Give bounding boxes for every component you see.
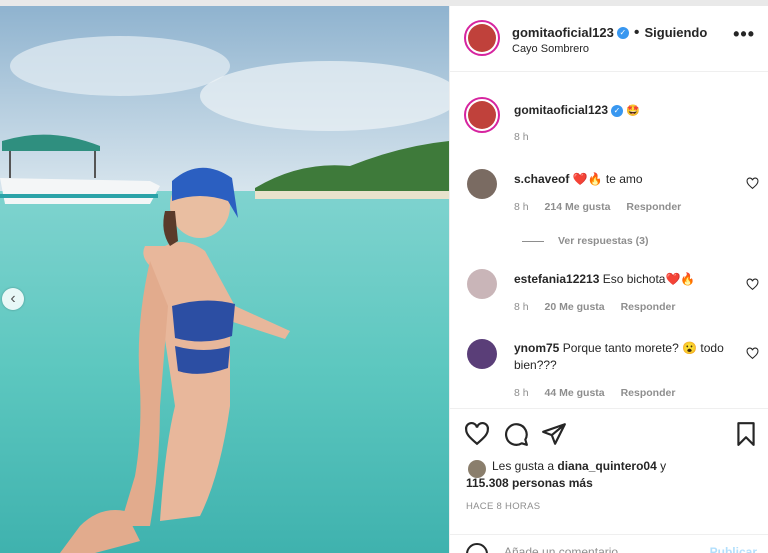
comment-username[interactable]: estefania12213 xyxy=(514,272,599,286)
caption-time: 8 h xyxy=(514,131,529,143)
caption-avatar[interactable] xyxy=(464,97,500,133)
comment-row: estefania12213 Eso bichota❤️🔥 8 h 20 Me … xyxy=(450,263,768,323)
post-header: gomitaoficial123 ✓ • Siguiendo Cayo Sombrer… xyxy=(450,6,768,72)
location-link[interactable]: Cayo Sombrero xyxy=(512,43,589,55)
post-actions-bar xyxy=(450,408,768,448)
comment-likes[interactable]: 20 Me gusta xyxy=(545,301,605,313)
save-bookmark-icon[interactable] xyxy=(733,421,759,447)
comment-meta: 8 h 44 Me gusta Responder xyxy=(514,387,688,399)
comment-input[interactable]: Añade un comentario... xyxy=(504,545,628,553)
comment-text: ynom75 Porque tanto morete? 😮 todo bien?… xyxy=(514,340,734,374)
comment-likes[interactable]: 214 Me gusta xyxy=(545,201,611,213)
separator-dot: • xyxy=(633,24,640,41)
comment-text: s.chaveof ❤️🔥 te amo xyxy=(514,171,734,188)
header-line: gomitaoficial123 ✓ • Siguiendo xyxy=(512,24,707,42)
comment-time: 8 h xyxy=(514,201,529,213)
caption-username[interactable]: gomitaoficial123 xyxy=(514,103,608,117)
comment-body: Eso bichota❤️🔥 xyxy=(602,272,696,286)
comment-text: estefania12213 Eso bichota❤️🔥 xyxy=(514,271,734,288)
comment-meta: 8 h 20 Me gusta Responder xyxy=(514,301,688,313)
post-side-panel: gomitaoficial123 ✓ • Siguiendo Cayo Sombrer… xyxy=(449,6,768,553)
comment-bubble-icon[interactable] xyxy=(503,421,529,447)
more-options-icon[interactable]: ••• xyxy=(733,24,755,45)
following-button[interactable]: Siguiendo xyxy=(644,25,707,40)
like-heart-icon[interactable] xyxy=(464,421,490,447)
author-username[interactable]: gomitaoficial123 xyxy=(512,25,614,40)
likes-summary: Les gusta a diana_quintero04 y 115.308 p… xyxy=(466,458,666,492)
reply-button[interactable]: Responder xyxy=(626,201,681,213)
verified-badge-icon: ✓ xyxy=(611,104,624,117)
comment-time: 8 h xyxy=(514,387,529,399)
publish-button[interactable]: Publicar xyxy=(710,545,757,553)
comment-body: ❤️🔥 te amo xyxy=(572,172,643,186)
like-comment-heart-icon[interactable] xyxy=(746,347,759,360)
like-comment-heart-icon[interactable] xyxy=(746,278,759,291)
comment-row: s.chaveof ❤️🔥 te amo 8 h 214 Me gusta Re… xyxy=(450,163,768,247)
post-photo[interactable]: ‹ xyxy=(0,6,449,553)
add-comment-bar: Añade un comentario... Publicar xyxy=(450,534,768,553)
reply-button[interactable]: Responder xyxy=(621,387,676,399)
commenter-avatar[interactable] xyxy=(467,169,497,199)
like-comment-heart-icon[interactable] xyxy=(746,177,759,190)
beach-photo-illustration xyxy=(0,6,449,553)
commenter-avatar[interactable] xyxy=(467,339,497,369)
likes-prefix: Les gusta a xyxy=(492,459,555,473)
view-replies-button[interactable]: Ver respuestas (3) xyxy=(522,235,648,247)
share-paper-plane-icon[interactable] xyxy=(541,421,567,447)
reply-button[interactable]: Responder xyxy=(621,301,676,313)
comments-list: gomitaoficial123 ✓ 🤩 8 h s.chaveof ❤️🔥 te… xyxy=(450,73,768,405)
caption-emoji: 🤩 xyxy=(626,105,641,117)
post-time-ago[interactable]: HACE 8 HORAS xyxy=(466,501,540,512)
replies-line xyxy=(522,240,544,242)
comment-likes[interactable]: 44 Me gusta xyxy=(545,387,605,399)
comment-username[interactable]: s.chaveof xyxy=(514,172,569,186)
comment-username[interactable]: ynom75 xyxy=(514,341,559,355)
emoji-picker-icon[interactable] xyxy=(466,543,488,553)
commenter-avatar[interactable] xyxy=(467,269,497,299)
comment-row: ynom75 Porque tanto morete? 😮 todo bien?… xyxy=(450,329,768,405)
comment-meta: 8 h 214 Me gusta Responder xyxy=(514,201,694,213)
comment-time: 8 h xyxy=(514,301,529,313)
likes-others[interactable]: 115.308 personas más xyxy=(466,476,593,490)
liker-username[interactable]: diana_quintero04 xyxy=(557,459,656,473)
likes-conj: y xyxy=(660,459,667,473)
caption-text: gomitaoficial123 ✓ 🤩 xyxy=(514,102,734,120)
caption-row: gomitaoficial123 ✓ 🤩 8 h xyxy=(450,87,768,147)
author-avatar[interactable] xyxy=(464,20,500,56)
previous-photo-button[interactable]: ‹ xyxy=(2,288,24,310)
view-replies-label: Ver respuestas (3) xyxy=(558,235,649,247)
verified-badge-icon: ✓ xyxy=(616,26,629,39)
